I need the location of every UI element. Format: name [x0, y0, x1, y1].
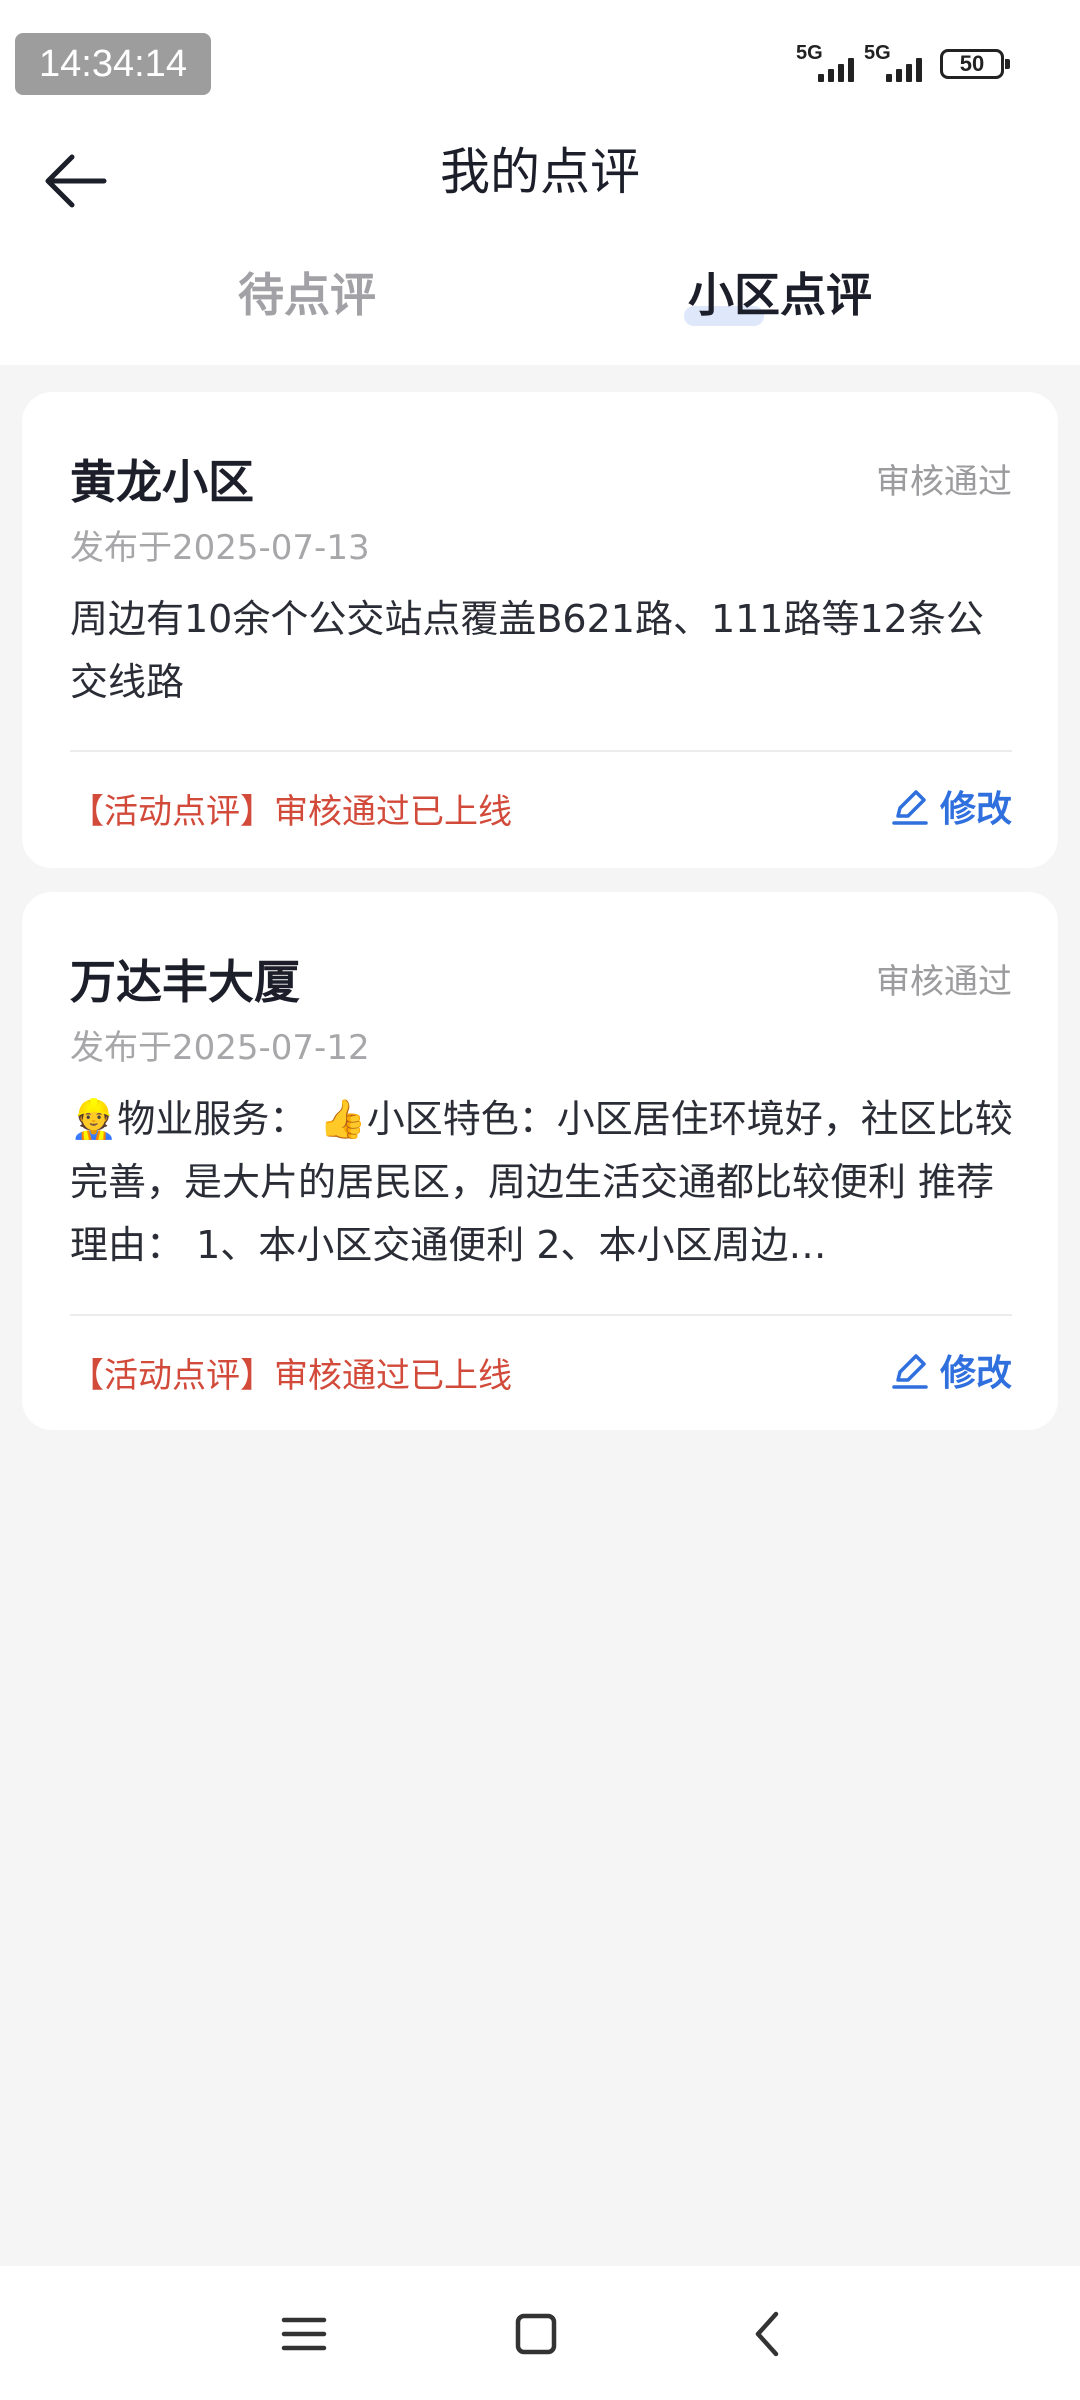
- home-square-icon: [515, 2313, 557, 2355]
- status-time: 14:34:14: [15, 33, 211, 95]
- edit-label: 修改: [939, 789, 1012, 830]
- tab-pending-reviews[interactable]: 待点评: [238, 260, 376, 330]
- activity-note: 【活动点评】审核通过已上线: [70, 792, 512, 832]
- review-card[interactable]: 黄龙小区 审核通过 发布于2025-07-13 周边有10余个公交站点覆盖B62…: [22, 392, 1058, 868]
- publish-date: 发布于2025-07-12: [70, 1028, 370, 1068]
- edit-label: 修改: [939, 1353, 1012, 1394]
- edit-button[interactable]: 修改: [890, 1344, 1012, 1396]
- back-chevron-icon: [755, 2311, 779, 2357]
- community-name: 黄龙小区: [70, 455, 254, 509]
- status-bar: 14:34:14 5G 5G 50: [0, 0, 1080, 120]
- page-title: 我的点评: [440, 143, 640, 201]
- system-nav-bar: [0, 2266, 1080, 2400]
- divider: [70, 1314, 1012, 1316]
- battery-icon: 50: [940, 49, 1010, 79]
- review-status: 审核通过: [876, 962, 1012, 1002]
- edit-button[interactable]: 修改: [890, 780, 1012, 832]
- edit-icon: [892, 790, 928, 825]
- community-name: 万达丰大厦: [70, 955, 300, 1009]
- nav-back-button[interactable]: [738, 2304, 798, 2364]
- header: 我的点评 待点评 小区点评: [0, 120, 1080, 365]
- review-status: 审核通过: [876, 462, 1012, 502]
- review-content: 周边有10余个公交站点覆盖B621路、111路等12条公交线路: [70, 597, 984, 704]
- edit-icon: [892, 1354, 928, 1389]
- menu-icon: [281, 2317, 327, 2351]
- review-content: 👷物业服务： 👍小区特色：小区居住环境好，社区比较完善，是大片的居民区，周边生活…: [70, 1097, 1013, 1267]
- tab-community-reviews[interactable]: 小区点评: [688, 260, 872, 330]
- nav-menu-button[interactable]: [274, 2304, 334, 2364]
- divider: [70, 750, 1012, 752]
- publish-date: 发布于2025-07-13: [70, 528, 370, 568]
- activity-note: 【活动点评】审核通过已上线: [70, 1356, 512, 1396]
- review-card[interactable]: 万达丰大厦 审核通过 发布于2025-07-12 👷物业服务： 👍小区特色：小区…: [22, 892, 1058, 1430]
- nav-home-button[interactable]: [506, 2304, 566, 2364]
